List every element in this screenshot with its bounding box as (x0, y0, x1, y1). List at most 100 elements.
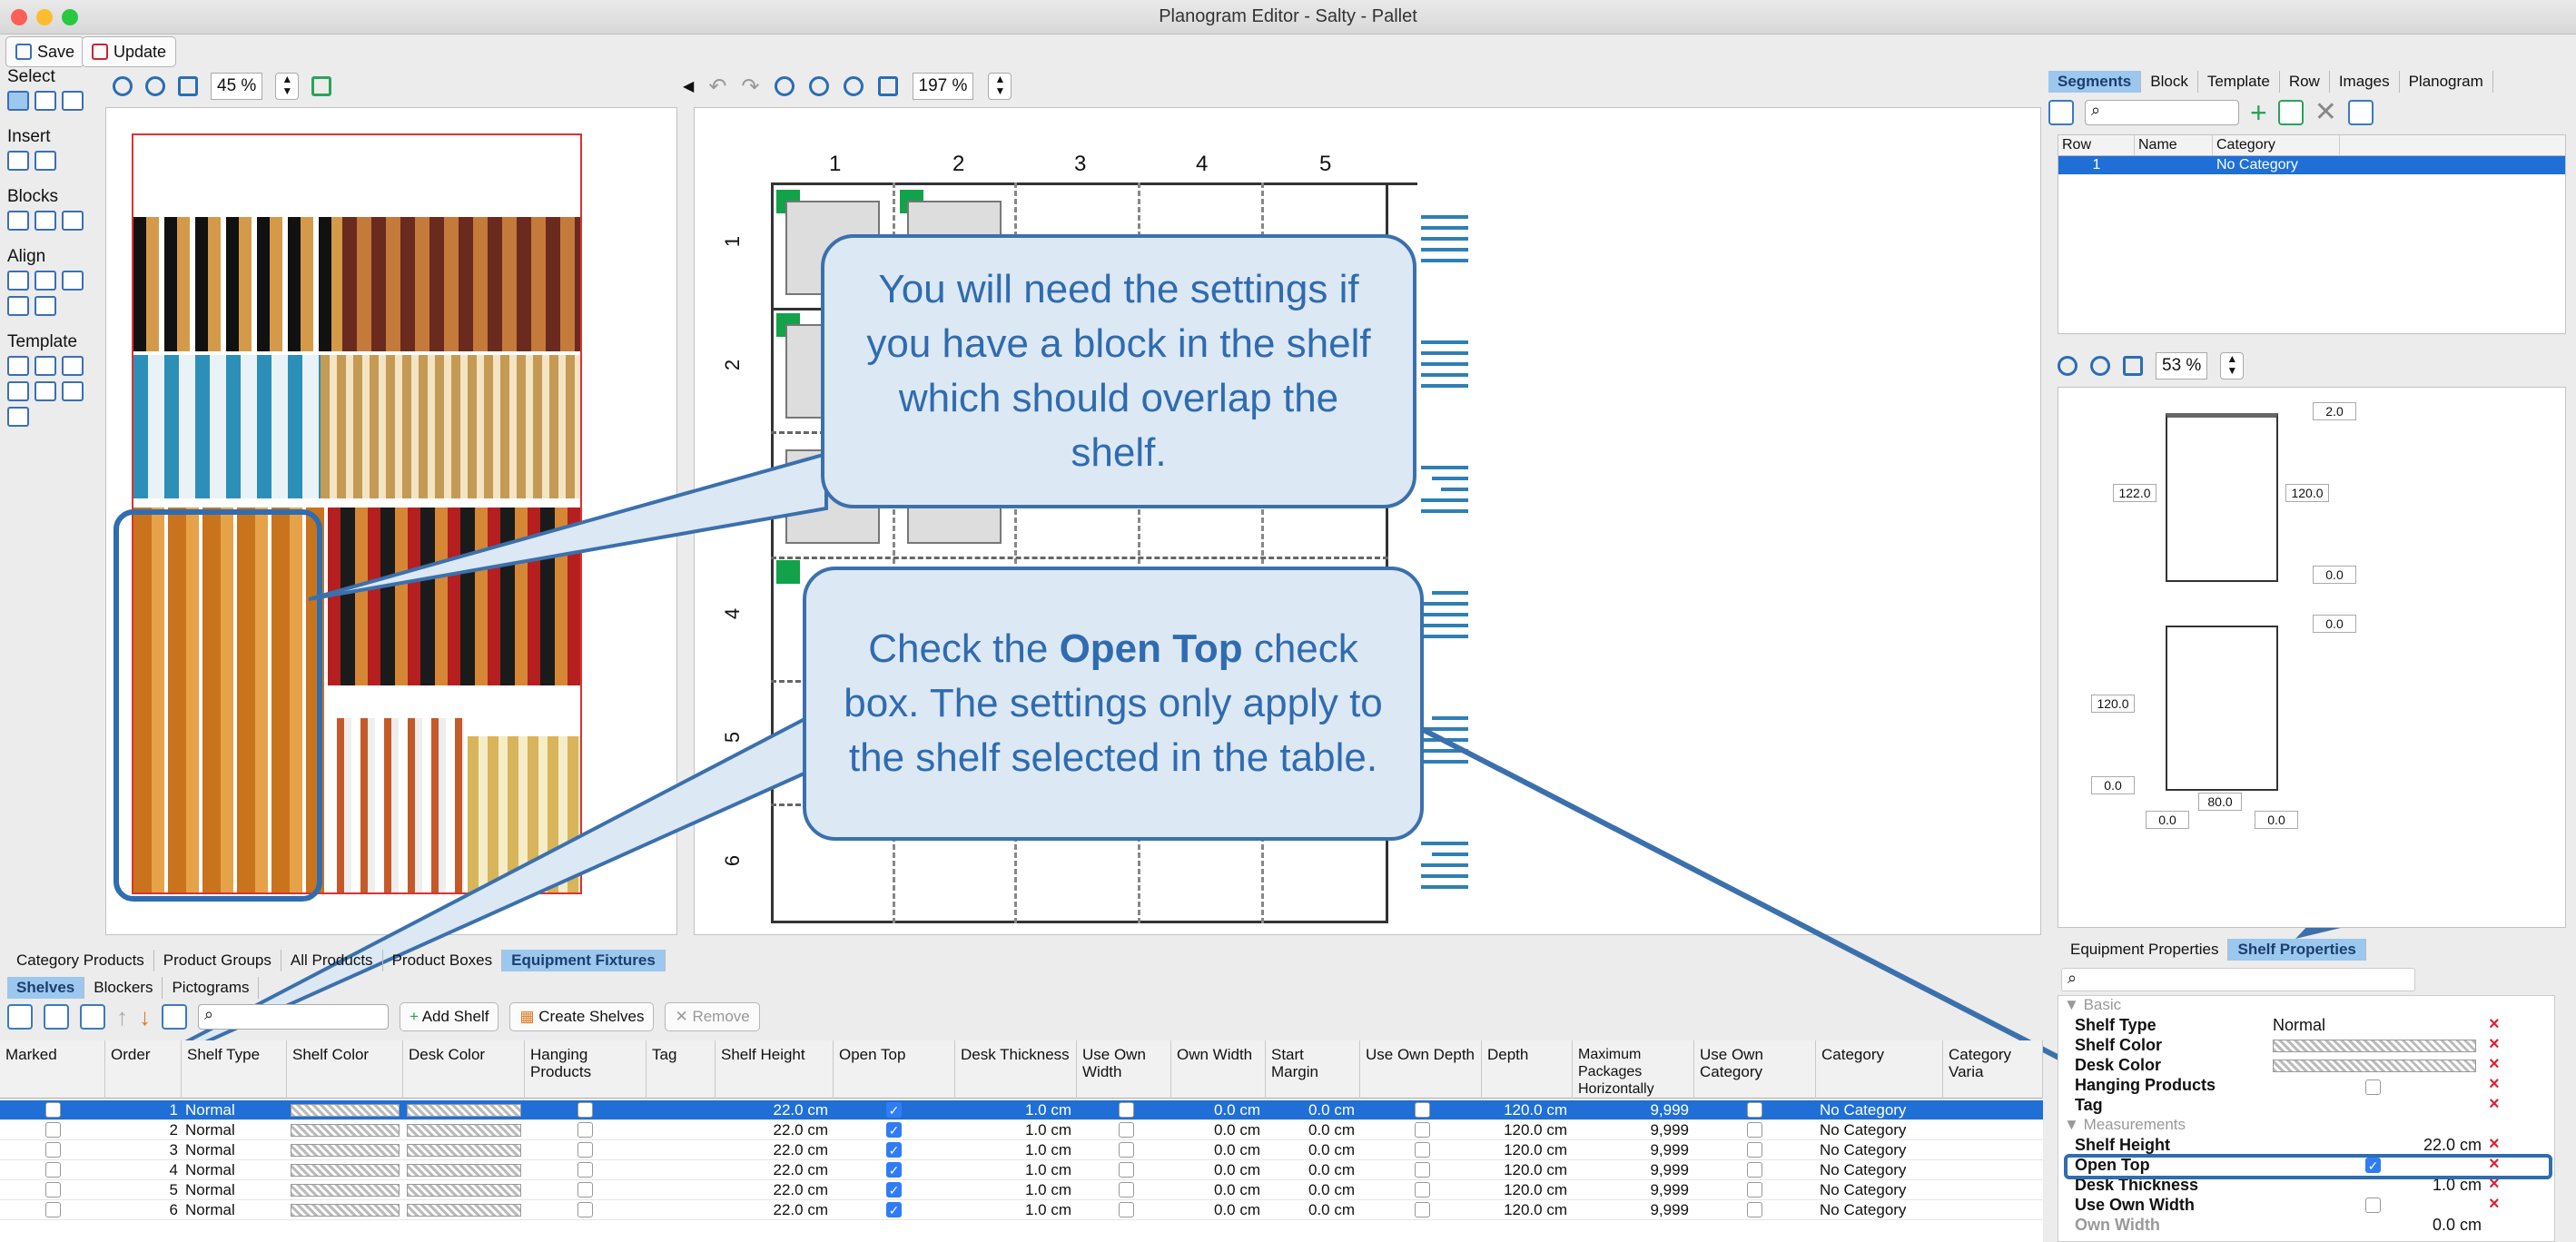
use-own-depth-checkbox[interactable] (1415, 1182, 1430, 1198)
own-width-cell[interactable]: 0.0 cm (1171, 1161, 1260, 1179)
start-margin-cell[interactable]: 0.0 cm (1266, 1141, 1355, 1159)
template-d-icon[interactable] (7, 381, 29, 401)
product-block[interactable] (133, 355, 321, 498)
segment-row-selected[interactable]: 1 No Category (2058, 156, 2565, 174)
column-use-own-category[interactable]: Use Own Category (1694, 1040, 1816, 1099)
column-own-width[interactable]: Own Width (1171, 1040, 1266, 1099)
collapse-left-icon[interactable]: ◀ (683, 77, 694, 95)
desk-color-swatch[interactable] (407, 1184, 521, 1197)
select-tool-icon[interactable] (7, 91, 29, 111)
column-desk-thickness[interactable]: Desk Thickness (955, 1040, 1077, 1099)
desk-color-swatch[interactable] (407, 1104, 521, 1117)
column-category-variant[interactable]: Category Varia (1943, 1040, 2043, 1099)
preview-zoom-input[interactable]: 53 % (2156, 352, 2208, 380)
use-own-category-checkbox[interactable] (1747, 1202, 1762, 1217)
template-c-icon[interactable] (62, 356, 84, 376)
preview-zoom-fit-icon[interactable] (2123, 356, 2143, 376)
marked-checkbox[interactable] (45, 1182, 61, 1198)
column-depth[interactable]: Depth (1482, 1040, 1573, 1099)
hanging-checkbox[interactable] (577, 1142, 593, 1158)
own-width-cell[interactable]: 0.0 cm (1171, 1141, 1260, 1159)
reset-icon[interactable]: × (2489, 1194, 2500, 1214)
export-view-icon[interactable] (311, 76, 332, 96)
product-block[interactable] (342, 217, 580, 351)
tab-planogram[interactable]: Planogram (2400, 71, 2493, 93)
prop-own-width-value[interactable]: 0.0 cm (2331, 1216, 2482, 1235)
hanging-checkbox[interactable] (577, 1202, 593, 1217)
template-a-icon[interactable] (7, 356, 29, 376)
center-zoom-reset-icon[interactable] (843, 76, 864, 96)
shelf-type-cell[interactable]: Normal (185, 1141, 285, 1159)
block-a-icon[interactable] (7, 211, 29, 231)
template-e-icon[interactable] (35, 381, 56, 401)
prop-shelf-height-value[interactable]: 22.0 cm (2331, 1136, 2482, 1155)
marked-checkbox[interactable] (45, 1122, 61, 1138)
prop-shelf-type-value[interactable]: Normal (2273, 1016, 2325, 1035)
move-down-icon[interactable]: ↓ (139, 1003, 151, 1031)
preview-zoom-in-icon[interactable] (2058, 356, 2078, 376)
desk-thickness-cell[interactable]: 1.0 cm (955, 1181, 1071, 1199)
center-zoom-stepper[interactable]: ▲ ▼ (988, 73, 1012, 100)
category-cell[interactable]: No Category (1820, 1101, 1943, 1119)
column-marked[interactable]: Marked (0, 1040, 105, 1099)
lasso-select-icon[interactable] (62, 91, 84, 111)
shelf-line[interactable] (771, 557, 1388, 559)
column-category[interactable]: Category (1816, 1040, 1943, 1099)
open-top-checkbox[interactable]: ✓ (886, 1202, 902, 1217)
desk-color-swatch[interactable] (407, 1204, 521, 1217)
reset-icon[interactable]: × (2489, 1134, 2500, 1154)
shelf-height-cell[interactable]: 22.0 cm (716, 1141, 828, 1159)
hanging-checkbox[interactable] (577, 1122, 593, 1138)
reset-icon[interactable]: × (2489, 1014, 2500, 1034)
preview-zoom-stepper[interactable]: ▲ ▼ (2220, 352, 2245, 380)
hanging-checkbox[interactable] (577, 1182, 593, 1198)
numbering-icon[interactable] (80, 1004, 105, 1030)
copy-icon[interactable] (2277, 100, 2304, 125)
undo-icon[interactable]: ↶ (708, 74, 726, 100)
align-left-icon[interactable] (7, 271, 29, 291)
table-row[interactable]: 5 Normal 22.0 cm ✓ 1.0 cm 0.0 cm 0.0 cm 120.0 c… (0, 1180, 2043, 1200)
shelf-color-swatch[interactable] (291, 1184, 400, 1197)
tab-row[interactable]: Row (2280, 71, 2330, 93)
shelf-color-swatch[interactable] (291, 1144, 400, 1157)
tab-block[interactable]: Block (2141, 71, 2198, 93)
shelf-height-cell[interactable]: 22.0 cm (716, 1161, 828, 1179)
table-row[interactable]: 3 Normal 22.0 cm ✓ 1.0 cm 0.0 cm 0.0 cm 120.0 c… (0, 1140, 2043, 1160)
shelf-color-swatch[interactable] (291, 1124, 400, 1137)
property-search-input[interactable]: ⌕ (2061, 968, 2415, 991)
use-own-category-checkbox[interactable] (1747, 1102, 1762, 1118)
open-top-checkbox[interactable]: ✓ (886, 1162, 902, 1178)
insert-text-icon[interactable] (35, 151, 56, 171)
prop-shelf-color-swatch[interactable] (2273, 1040, 2476, 1052)
tab-blockers[interactable]: Blockers (84, 977, 163, 999)
column-use-own-width[interactable]: Use Own Width (1077, 1040, 1171, 1099)
desk-thickness-cell[interactable]: 1.0 cm (955, 1101, 1071, 1119)
depth-cell[interactable]: 120.0 cm (1482, 1161, 1567, 1179)
tab-segments[interactable]: Segments (2048, 71, 2142, 93)
shelf-type-cell[interactable]: Normal (185, 1101, 285, 1119)
open-top-checkbox[interactable]: ✓ (886, 1182, 902, 1198)
use-own-width-checkbox[interactable] (1119, 1162, 1134, 1178)
max-packages-cell[interactable]: 9,999 (1573, 1201, 1689, 1219)
align-right-icon[interactable] (62, 271, 84, 291)
shelf-height-cell[interactable]: 22.0 cm (716, 1201, 828, 1219)
use-own-width-checkbox[interactable] (1119, 1202, 1134, 1217)
depth-cell[interactable]: 120.0 cm (1482, 1141, 1567, 1159)
duplicate-icon[interactable] (44, 1004, 69, 1030)
save-button[interactable]: Save (5, 36, 85, 67)
reset-icon[interactable]: × (2489, 1054, 2500, 1074)
product-block[interactable] (468, 736, 580, 892)
table-row[interactable]: 2 Normal 22.0 cm ✓ 1.0 cm 0.0 cm 0.0 cm 120.0 c… (0, 1120, 2043, 1140)
desk-thickness-cell[interactable]: 1.0 cm (955, 1141, 1071, 1159)
open-top-checkbox[interactable]: ✓ (886, 1102, 902, 1118)
category-cell[interactable]: No Category (1820, 1181, 1943, 1199)
hanging-checkbox[interactable] (577, 1162, 593, 1178)
marked-checkbox[interactable] (45, 1162, 61, 1178)
block-b-icon[interactable] (35, 211, 56, 231)
column-open-top[interactable]: Open Top (834, 1040, 955, 1099)
category-cell[interactable]: No Category (1820, 1141, 1943, 1159)
reset-icon[interactable]: × (2489, 1074, 2500, 1094)
start-margin-cell[interactable]: 0.0 cm (1266, 1181, 1355, 1199)
use-own-category-checkbox[interactable] (1747, 1162, 1762, 1178)
column-tag[interactable]: Tag (646, 1040, 716, 1099)
